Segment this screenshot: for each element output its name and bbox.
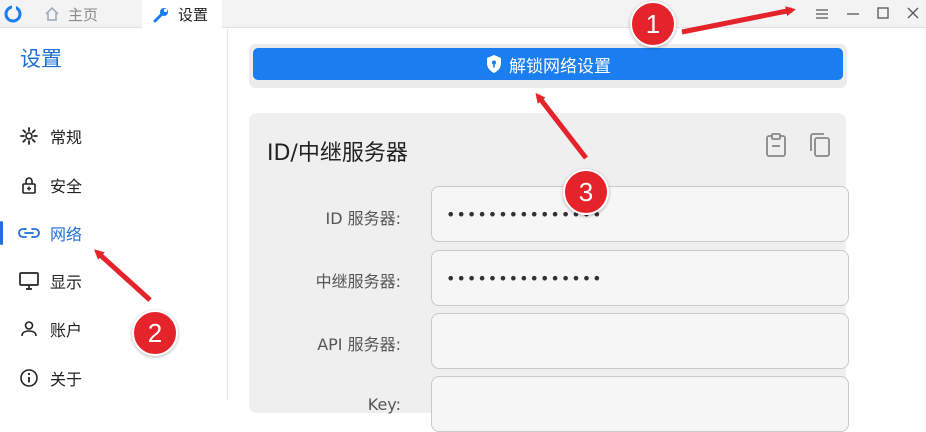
- unlock-button-container: 解锁网络设置: [249, 44, 847, 88]
- title-bar: 主页 设置: [0, 0, 926, 29]
- tab-home-label: 主页: [68, 5, 99, 24]
- id-server-input[interactable]: •••••••••••••••: [431, 186, 849, 242]
- close-icon: [906, 5, 920, 24]
- unlock-button-label: 解锁网络设置: [509, 56, 611, 76]
- relay-server-input[interactable]: •••••••••••••••: [431, 250, 849, 306]
- menu-button[interactable]: [812, 4, 832, 24]
- sidebar-item-network[interactable]: 网络: [0, 213, 228, 253]
- api-server-label: API 服务器:: [317, 335, 401, 354]
- lock-icon: [18, 174, 40, 196]
- sidebar-item-label: 网络: [50, 225, 83, 244]
- person-icon: [18, 318, 40, 340]
- sidebar-item-label: 账户: [50, 321, 83, 340]
- unlock-network-settings-button[interactable]: 解锁网络设置: [253, 48, 843, 80]
- monitor-icon: [18, 270, 40, 292]
- sidebar-title: 设置: [20, 47, 62, 71]
- sidebar-item-label: 常规: [50, 128, 83, 147]
- copy-icon: [808, 131, 832, 163]
- menu-icon: [815, 5, 829, 24]
- maximize-button[interactable]: [873, 4, 893, 24]
- home-icon: [44, 6, 60, 22]
- sidebar: 设置 常规 安全 网络 显示 账户 关于: [0, 29, 228, 400]
- card-title: ID/中继服务器: [267, 141, 408, 166]
- key-input[interactable]: [431, 376, 849, 432]
- annotation-badge-3: 3: [563, 169, 609, 215]
- id-server-label: ID 服务器:: [325, 209, 401, 228]
- sidebar-item-account[interactable]: 账户: [0, 309, 228, 349]
- shield-icon: [485, 54, 503, 74]
- minimize-button[interactable]: [843, 4, 863, 24]
- relay-server-label: 中继服务器:: [315, 272, 401, 291]
- sidebar-item-label: 显示: [50, 273, 83, 292]
- main-content: 解锁网络设置 ID/中继服务器 ID 服务器: ••••••••••••••• …: [229, 29, 926, 432]
- sidebar-item-display[interactable]: 显示: [0, 261, 228, 301]
- clipboard-icon: [764, 132, 788, 162]
- sidebar-item-label: 关于: [50, 370, 83, 389]
- tab-home[interactable]: 主页: [44, 0, 142, 28]
- link-icon: [18, 222, 40, 244]
- id-relay-server-card: ID/中继服务器 ID 服务器: ••••••••••••••• 中继服务器: …: [249, 113, 849, 432]
- annotation-badge-2: 2: [132, 310, 178, 356]
- annotation-badge-1: 1: [630, 1, 676, 47]
- copy-button[interactable]: [807, 133, 833, 161]
- sidebar-item-general[interactable]: 常规: [0, 116, 228, 156]
- app-logo-icon: [4, 5, 22, 23]
- api-server-input[interactable]: [431, 313, 849, 369]
- wrench-icon: [152, 6, 170, 24]
- tab-settings-label: 设置: [178, 6, 209, 24]
- tab-settings[interactable]: 设置: [142, 0, 222, 29]
- sidebar-item-label: 安全: [50, 177, 83, 196]
- info-icon: [18, 367, 40, 389]
- gear-icon: [18, 125, 40, 147]
- key-label: Key:: [367, 395, 401, 414]
- sidebar-item-security[interactable]: 安全: [0, 165, 228, 205]
- sidebar-item-about[interactable]: 关于: [0, 358, 228, 398]
- minimize-icon: [846, 5, 860, 24]
- maximize-icon: [876, 5, 890, 24]
- paste-button[interactable]: [763, 133, 789, 161]
- close-button[interactable]: [903, 4, 923, 24]
